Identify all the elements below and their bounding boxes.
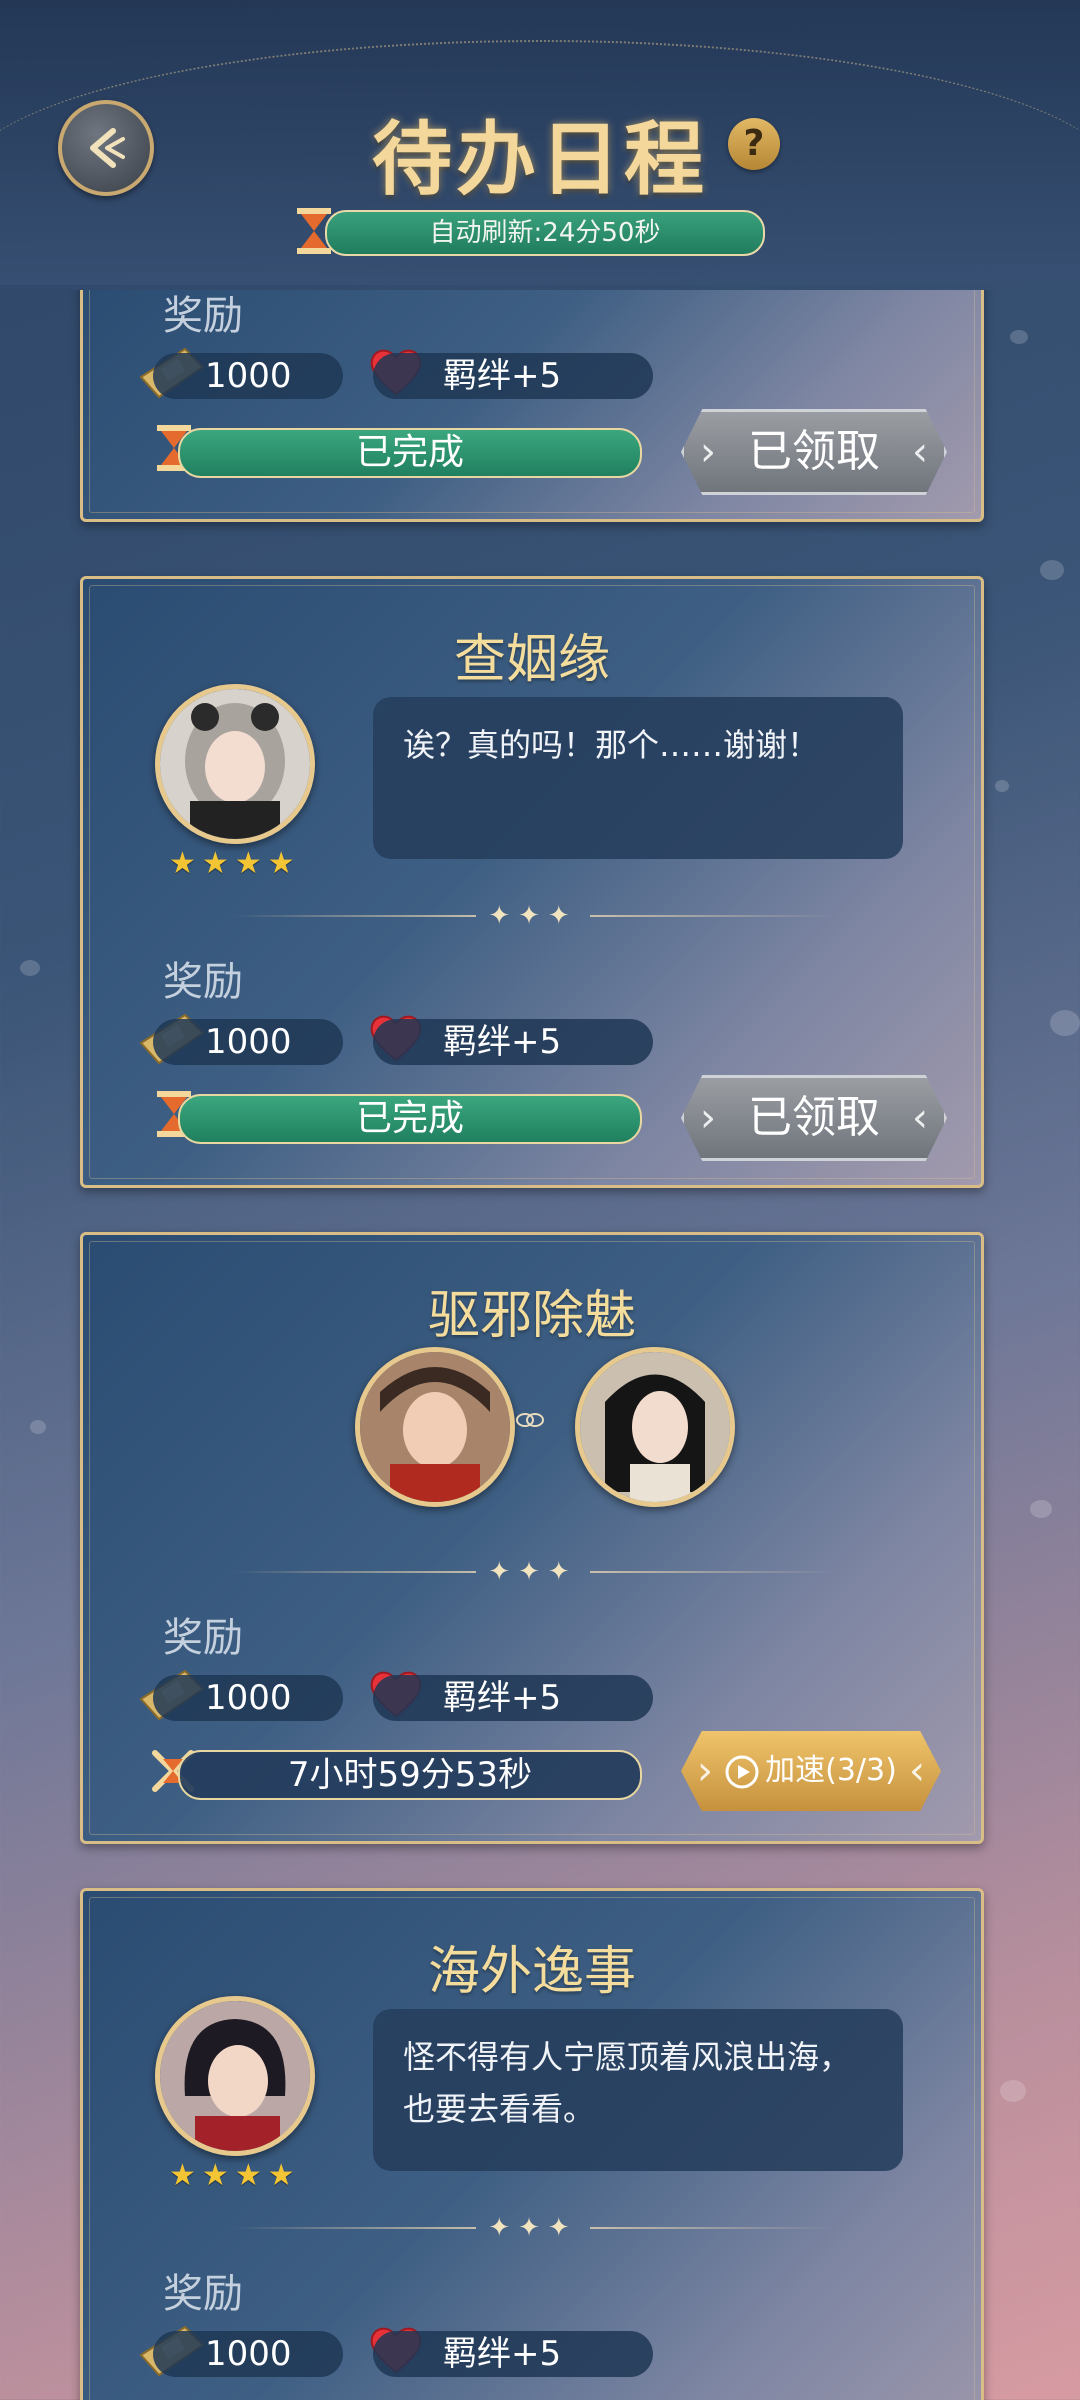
- chevron-left-icon: ‹: [909, 1748, 925, 1794]
- card-title: 海外逸事: [427, 1942, 636, 2002]
- speed-up-label: 加速(3/3): [765, 1753, 897, 1788]
- star-icon: ★: [201, 846, 229, 881]
- chevron-right-icon: ›: [700, 429, 716, 475]
- rarity-stars: ★ ★ ★ ★: [169, 2161, 295, 2191]
- claimed-button[interactable]: › 已领取 ‹: [681, 1075, 947, 1161]
- reward-label: 奖励: [163, 2271, 243, 2317]
- avatar-icon: [580, 1352, 730, 1502]
- card-title: 驱邪除魅: [427, 1286, 636, 1346]
- reward-label: 奖励: [163, 1615, 243, 1661]
- reward-coin: 1000: [153, 353, 343, 399]
- avatar-icon: [360, 1352, 510, 1502]
- ornament-divider: ✦✦✦: [233, 1557, 834, 1587]
- reward-bond: 羁绊+5: [373, 353, 653, 399]
- claimed-button-label: 已领取: [748, 426, 880, 477]
- schedule-card: 驱邪除魅 ✦✦✦ 奖励 1000 羁绊+5 7小时59分53秒 › 加速(3/3…: [80, 1232, 984, 1844]
- character-portrait[interactable]: [575, 1347, 735, 1507]
- chevron-right-icon: ›: [700, 1095, 716, 1141]
- character-portrait[interactable]: [155, 684, 315, 844]
- card-title: 查姻缘: [453, 630, 610, 690]
- star-icon: ★: [169, 846, 196, 881]
- schedule-card: 奖励 1000 羁绊+5 已完成 › 已领取 ‹: [80, 290, 984, 522]
- speed-up-button[interactable]: › 加速(3/3) ‹: [681, 1731, 941, 1811]
- ornament-divider: ✦✦✦: [233, 901, 834, 931]
- schedule-card: 海外逸事 ★ ★ ★ ★ 怪不得有人宁愿顶着风浪出海，也要去看看。 ✦✦✦ 奖励…: [80, 1888, 984, 2400]
- reward-bond: 羁绊+5: [373, 1675, 653, 1721]
- link-icon: [516, 1413, 544, 1427]
- reward-bond: 羁绊+5: [373, 2331, 653, 2377]
- ornament-divider: ✦✦✦: [233, 2213, 834, 2243]
- auto-refresh-timer: 自动刷新:24分50秒: [325, 210, 765, 256]
- chevron-left-icon: ‹: [912, 1095, 928, 1141]
- dialogue-bubble: 诶？真的吗！那个……谢谢！: [373, 697, 903, 859]
- reward-label: 奖励: [163, 293, 243, 339]
- chevron-right-icon: ›: [697, 1748, 713, 1794]
- avatar-icon: [160, 689, 310, 839]
- character-portrait[interactable]: [155, 1996, 315, 2156]
- character-portrait[interactable]: [355, 1347, 515, 1507]
- star-icon: ★: [201, 2158, 229, 2193]
- page-title: 待办日程: [372, 112, 708, 206]
- avatar-icon: [160, 2001, 310, 2151]
- back-button[interactable]: [58, 100, 154, 196]
- star-icon: ★: [267, 846, 295, 881]
- star-icon: ★: [234, 846, 262, 881]
- help-button[interactable]: ?: [728, 118, 780, 170]
- rarity-stars: ★ ★ ★ ★: [169, 849, 295, 879]
- reward-coin: 1000: [153, 1019, 343, 1065]
- schedule-card: 查姻缘 ★ ★ ★ ★ 诶？真的吗！那个……谢谢！ ✦✦✦ 奖励 1000 羁绊…: [80, 576, 984, 1188]
- reward-coin: 1000: [153, 1675, 343, 1721]
- reward-coin: 1000: [153, 2331, 343, 2377]
- claimed-button[interactable]: › 已领取 ‹: [681, 409, 947, 495]
- reward-bond: 羁绊+5: [373, 1019, 653, 1065]
- countdown-timer: 7小时59分53秒: [178, 1750, 642, 1800]
- status-completed: 已完成: [178, 1094, 642, 1144]
- play-icon: [725, 1755, 759, 1788]
- back-arrow-icon: [90, 128, 125, 168]
- status-completed: 已完成: [178, 428, 642, 478]
- chevron-left-icon: ‹: [912, 429, 928, 475]
- reward-label: 奖励: [163, 959, 243, 1005]
- schedule-list[interactable]: 奖励 1000 羁绊+5 已完成 › 已领取 ‹ 查姻缘 ★ ★ ★ ★ 诶？真…: [0, 290, 1080, 2400]
- claimed-button-label: 已领取: [748, 1092, 880, 1143]
- dialogue-bubble: 怪不得有人宁愿顶着风浪出海，也要去看看。: [373, 2009, 903, 2171]
- star-icon: ★: [267, 2158, 295, 2193]
- star-icon: ★: [169, 2158, 196, 2193]
- star-icon: ★: [234, 2158, 262, 2193]
